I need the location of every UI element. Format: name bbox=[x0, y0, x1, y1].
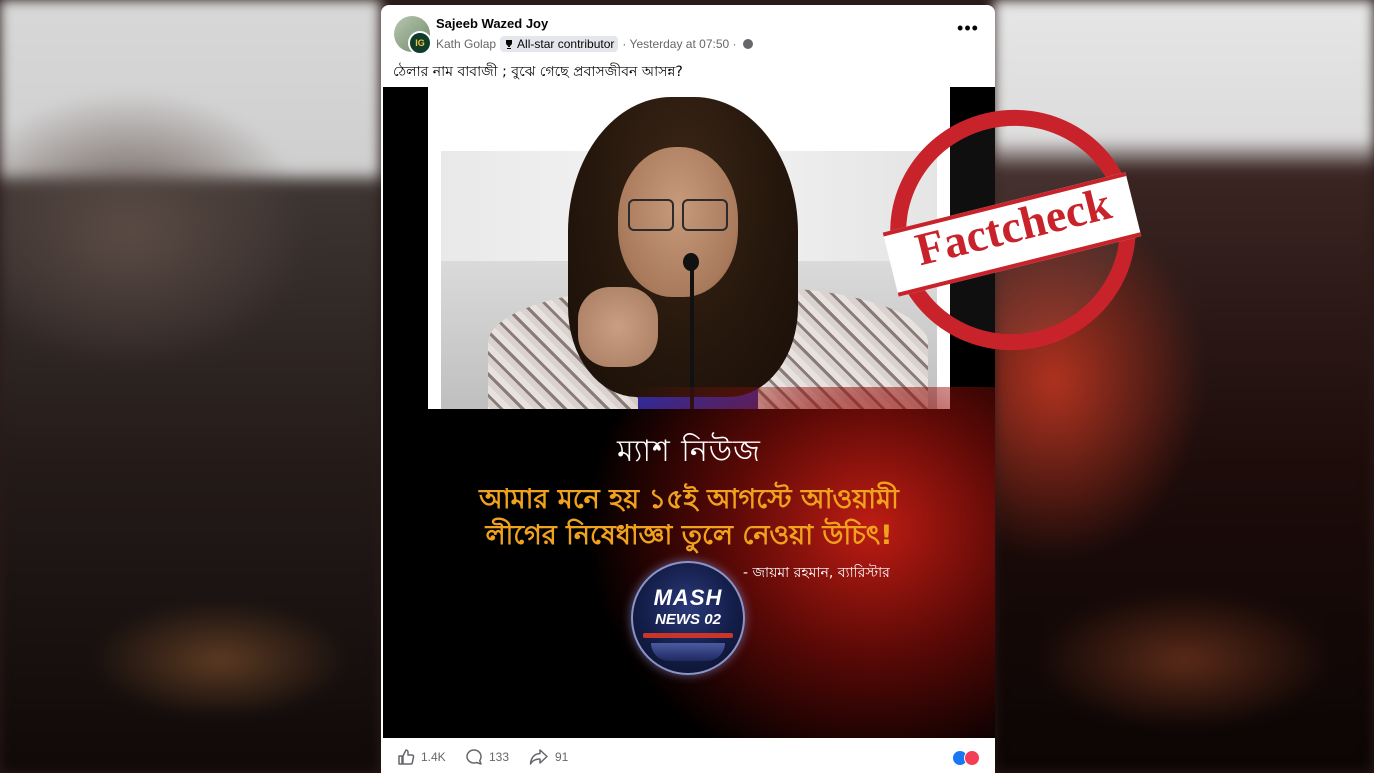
reactions-summary[interactable] bbox=[952, 750, 986, 766]
all-star-badge[interactable]: All-star contributor bbox=[500, 36, 619, 52]
globe-icon bbox=[742, 39, 753, 49]
logo-tagline-bar bbox=[643, 633, 733, 638]
post-footer: 1.4K 133 91 bbox=[381, 738, 995, 773]
post-meta: Kath Golap All-star contributor · Yester… bbox=[436, 36, 753, 52]
quote-attribution: - জায়মা রহমান, ব্যারিস্টার bbox=[743, 565, 890, 581]
mash-news-logo: MASH NEWS 02 bbox=[631, 561, 745, 675]
avatar-badge-label: IG bbox=[415, 38, 425, 48]
background-left-blur bbox=[0, 0, 380, 773]
comment-count: 133 bbox=[489, 750, 510, 764]
author-name[interactable]: Sajeeb Wazed Joy bbox=[436, 16, 548, 31]
glasses-left bbox=[628, 199, 674, 231]
sub-author-name[interactable]: Kath Golap bbox=[436, 37, 496, 51]
share-icon bbox=[529, 749, 548, 765]
glasses-right bbox=[682, 199, 728, 231]
microphone-icon bbox=[683, 253, 699, 271]
love-reaction-icon bbox=[964, 750, 980, 766]
more-options-button[interactable]: ••• bbox=[957, 19, 979, 39]
post-text: ঠেলার নাম বাবাজী ; বুঝে গেছে প্রবাসজীবন … bbox=[393, 64, 683, 80]
quote-line-2: লীগের নিষেধাজ্ঞা তুলে নেওয়া উচিৎ! bbox=[485, 520, 893, 551]
logo-mash-text: MASH bbox=[653, 585, 723, 610]
speaker-photo bbox=[428, 87, 950, 409]
like-count: 1.4K bbox=[421, 750, 446, 764]
post-header: IG Sajeeb Wazed Joy Kath Golap All-star … bbox=[381, 5, 995, 61]
all-star-label: All-star contributor bbox=[517, 37, 615, 51]
facebook-post-card: IG Sajeeb Wazed Joy Kath Golap All-star … bbox=[381, 5, 995, 773]
news-brand-heading: ম্যাশ নিউজ bbox=[616, 434, 762, 469]
logo-city-graphic bbox=[651, 643, 725, 661]
comment-icon bbox=[466, 749, 482, 765]
post-timestamp[interactable]: · Yesterday at 07:50 · bbox=[622, 37, 736, 51]
logo-news-text: NEWS 02 bbox=[655, 611, 721, 628]
trophy-icon bbox=[506, 40, 513, 49]
share-count: 91 bbox=[555, 750, 569, 764]
comment-button[interactable]: 133 bbox=[465, 748, 509, 766]
like-button[interactable]: 1.4K bbox=[397, 748, 446, 766]
thumbs-up-icon bbox=[398, 749, 415, 765]
photo-hand bbox=[578, 287, 658, 367]
share-button[interactable]: 91 bbox=[529, 748, 568, 766]
avatar-badge-icon: IG bbox=[408, 31, 432, 55]
